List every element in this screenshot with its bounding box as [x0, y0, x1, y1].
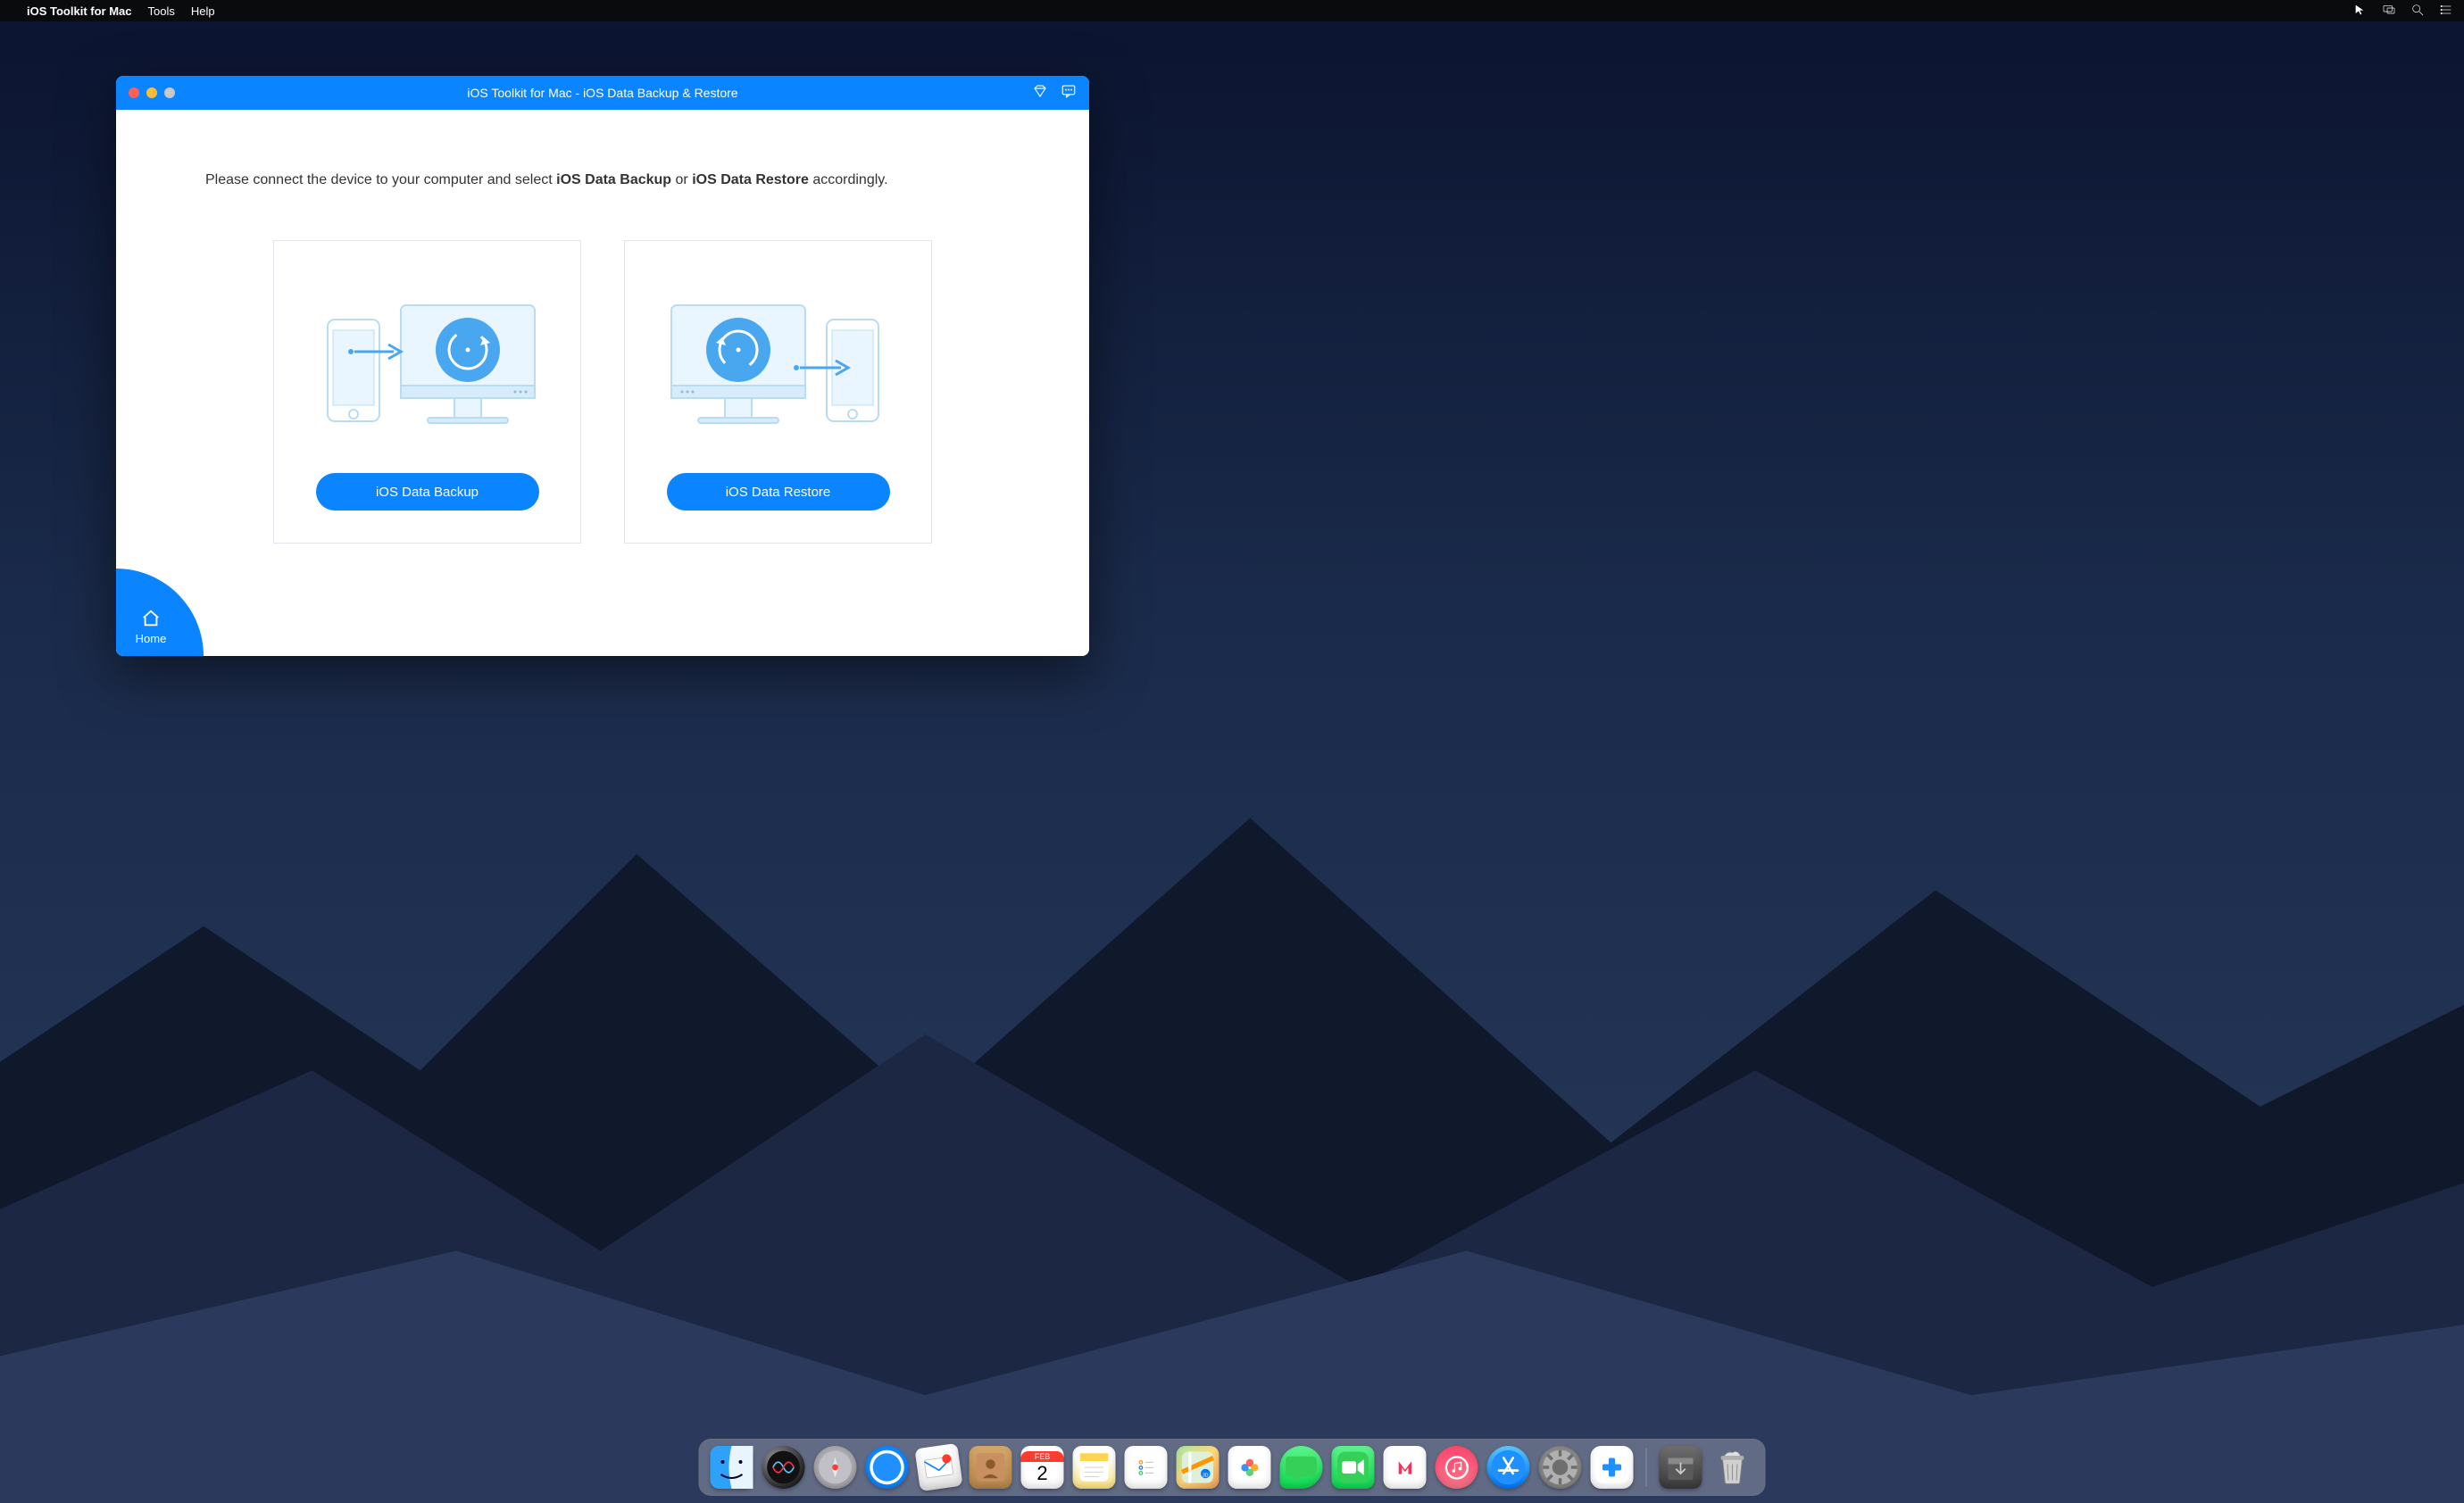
music-icon[interactable]: [1436, 1446, 1478, 1489]
backup-button[interactable]: iOS Data Backup: [316, 473, 539, 511]
window-title: iOS Toolkit for Mac - iOS Data Backup & …: [116, 86, 1089, 100]
menubar-app-name[interactable]: iOS Toolkit for Mac: [27, 4, 132, 18]
contacts-icon[interactable]: [970, 1446, 1012, 1489]
downloads-icon[interactable]: [1660, 1446, 1702, 1489]
menu-help[interactable]: Help: [191, 4, 215, 18]
home-button[interactable]: Home: [116, 569, 204, 656]
finder-icon[interactable]: [711, 1446, 753, 1489]
backup-illustration: [299, 266, 555, 473]
window-titlebar[interactable]: iOS Toolkit for Mac - iOS Data Backup & …: [116, 76, 1089, 110]
cursor-icon[interactable]: [2353, 3, 2368, 20]
zoom-window-button[interactable]: [164, 87, 175, 98]
launchpad-icon[interactable]: [814, 1446, 857, 1489]
trash-icon[interactable]: [1711, 1446, 1754, 1489]
app-window: iOS Toolkit for Mac - iOS Data Backup & …: [116, 76, 1089, 656]
menu-tools[interactable]: Tools: [148, 4, 175, 18]
backup-card[interactable]: iOS Data Backup: [273, 240, 581, 544]
dock-separator: [1646, 1448, 1647, 1487]
calendar-icon[interactable]: FEB 2: [1021, 1446, 1064, 1489]
maps-icon[interactable]: 3D: [1177, 1446, 1220, 1489]
mail-icon[interactable]: [914, 1443, 962, 1491]
calendar-month: FEB: [1021, 1451, 1064, 1462]
news-icon[interactable]: [1384, 1446, 1427, 1489]
appstore-icon[interactable]: [1487, 1446, 1530, 1489]
safari-icon[interactable]: [866, 1446, 909, 1489]
ios-toolkit-icon[interactable]: [1591, 1446, 1634, 1489]
facetime-icon[interactable]: [1332, 1446, 1375, 1489]
restore-illustration: [650, 266, 906, 473]
siri-icon[interactable]: [762, 1446, 805, 1489]
control-center-icon[interactable]: [2439, 3, 2453, 20]
calendar-day: 2: [1036, 1462, 1047, 1483]
notes-icon[interactable]: [1073, 1446, 1116, 1489]
home-label: Home: [136, 632, 167, 645]
messages-icon[interactable]: [1280, 1446, 1323, 1489]
feedback-icon[interactable]: [1061, 83, 1077, 104]
svg-text:3D: 3D: [1203, 1474, 1209, 1479]
close-window-button[interactable]: [129, 87, 139, 98]
photos-icon[interactable]: [1228, 1446, 1271, 1489]
diamond-icon[interactable]: [1032, 83, 1048, 104]
macos-dock: FEB 2 3D: [699, 1439, 1766, 1496]
instruction-text: Please connect the device to your comput…: [205, 172, 1000, 188]
macos-menubar: iOS Toolkit for Mac Tools Help: [0, 0, 2464, 21]
reminders-icon[interactable]: [1125, 1446, 1168, 1489]
system-preferences-icon[interactable]: [1539, 1446, 1582, 1489]
restore-button[interactable]: iOS Data Restore: [667, 473, 890, 511]
home-icon: [141, 609, 161, 628]
restore-card[interactable]: iOS Data Restore: [624, 240, 932, 544]
display-icon[interactable]: [2382, 3, 2396, 20]
spotlight-search-icon[interactable]: [2410, 3, 2425, 20]
minimize-window-button[interactable]: [146, 87, 157, 98]
desktop-wallpaper: [0, 602, 2464, 1503]
window-content: Please connect the device to your comput…: [116, 110, 1089, 656]
